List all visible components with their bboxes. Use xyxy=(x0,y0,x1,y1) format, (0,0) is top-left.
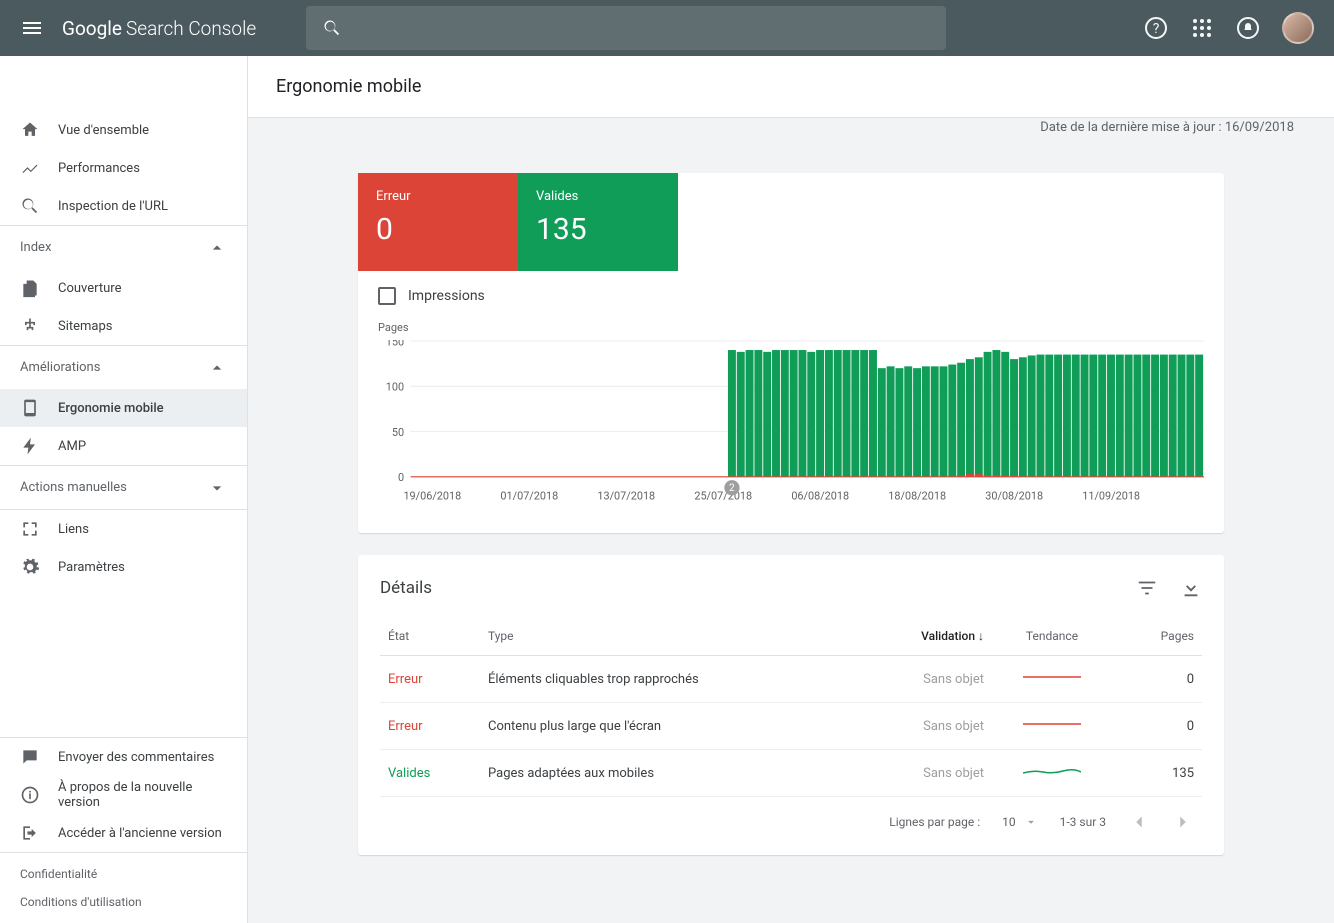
sidebar-item-liens[interactable]: Liens xyxy=(0,510,247,548)
chevron-up-icon xyxy=(207,358,227,378)
table-row[interactable]: ErreurContenu plus large que l'écranSans… xyxy=(380,703,1202,750)
dropdown-icon xyxy=(1024,815,1038,829)
app-header: Google Search Console ? xyxy=(0,0,1334,56)
menu-icon[interactable] xyxy=(20,16,44,40)
main-content: Ergonomie mobile Date de la dernière mis… xyxy=(248,56,1334,923)
sidebar-item-ergonomie-mobile[interactable]: Ergonomie mobile xyxy=(0,389,247,427)
details-card: Détails État Type Validation ↓ Tendance … xyxy=(358,555,1224,855)
sidebar-item-acc-der-l-ancienne-version[interactable]: Accéder à l'ancienne version xyxy=(0,814,247,852)
page-title: Ergonomie mobile xyxy=(276,76,1306,97)
sidebar-item-sitemaps[interactable]: Sitemaps xyxy=(0,307,247,345)
svg-text:?: ? xyxy=(1153,21,1160,37)
search-icon xyxy=(20,196,40,216)
impressions-label: Impressions xyxy=(408,288,485,304)
sitemap-icon xyxy=(20,316,40,336)
chart-card: Erreur 0 Valides 135 Impressions Pages 0… xyxy=(358,173,1224,533)
chevron-down-icon xyxy=(207,478,227,498)
search-input[interactable] xyxy=(306,6,946,50)
sort-desc-icon: ↓ xyxy=(978,629,984,643)
filter-icon[interactable] xyxy=(1136,577,1158,599)
impressions-checkbox[interactable] xyxy=(378,287,396,305)
svg-text:50: 50 xyxy=(392,426,404,439)
comment-icon xyxy=(20,747,40,767)
rows-per-page-select[interactable]: 10 xyxy=(1002,815,1038,829)
sidebar-item-performances[interactable]: Performances xyxy=(0,149,247,187)
footer-privacy[interactable]: Confidentialité xyxy=(20,867,97,881)
svg-text:25/07/2018: 25/07/2018 xyxy=(694,490,752,503)
svg-text:06/08/2018: 06/08/2018 xyxy=(791,490,849,503)
svg-text:13/07/2018: 13/07/2018 xyxy=(597,490,655,503)
sidebar-item-amp[interactable]: AMP xyxy=(0,427,247,465)
avatar[interactable] xyxy=(1282,12,1314,44)
table-pager: Lignes par page : 10 1-3 sur 3 xyxy=(380,797,1202,847)
help-icon[interactable]: ? xyxy=(1144,16,1168,40)
table-row[interactable]: ValidesPages adaptées aux mobilesSans ob… xyxy=(380,750,1202,797)
details-table: État Type Validation ↓ Tendance Pages Er… xyxy=(380,617,1202,797)
search-icon xyxy=(322,18,342,38)
home-icon xyxy=(20,120,40,140)
last-update: Date de la dernière mise à jour : 16/09/… xyxy=(248,120,1294,135)
svg-text:30/08/2018: 30/08/2018 xyxy=(985,490,1043,503)
links-icon xyxy=(20,519,40,539)
svg-text:01/07/2018: 01/07/2018 xyxy=(500,490,558,503)
mobile-icon xyxy=(20,398,40,418)
sidebar-item--propos-de-la-nouvelle-version[interactable]: À propos de la nouvelle version xyxy=(0,776,247,814)
sidebar-item-inspection-de-l-url[interactable]: Inspection de l'URL xyxy=(0,187,247,225)
svg-text:18/08/2018: 18/08/2018 xyxy=(888,490,946,503)
sidebar-item-couverture[interactable]: Couverture xyxy=(0,269,247,307)
apps-icon[interactable] xyxy=(1190,16,1214,40)
sidebar: Vue d'ensemblePerformancesInspection de … xyxy=(0,56,248,923)
status-tab-valid[interactable]: Valides 135 xyxy=(518,173,678,271)
trend-icon xyxy=(20,158,40,178)
bolt-icon xyxy=(20,436,40,456)
sidebar-item-param-tres[interactable]: Paramètres xyxy=(0,548,247,586)
prev-page-icon[interactable] xyxy=(1128,811,1150,833)
gear-icon xyxy=(20,557,40,577)
exit-icon xyxy=(20,823,40,843)
col-tendance[interactable]: Tendance xyxy=(992,617,1112,656)
table-row[interactable]: ErreurÉléments cliquables trop rapproché… xyxy=(380,656,1202,703)
y-axis-label: Pages xyxy=(378,321,1204,334)
pages-chart: 0 50 100 150 19/06/2018 01/07/2018 13/07/2018 2… xyxy=(378,340,1204,505)
col-pages[interactable]: Pages xyxy=(1112,617,1202,656)
chevron-up-icon xyxy=(207,238,227,258)
next-page-icon[interactable] xyxy=(1172,811,1194,833)
download-icon[interactable] xyxy=(1180,577,1202,599)
info-icon xyxy=(20,785,40,805)
footer-links: Confidentialité Conditions d'utilisation xyxy=(0,852,247,923)
pager-range: 1-3 sur 3 xyxy=(1060,815,1106,829)
section-actions-manuelles[interactable]: Actions manuelles xyxy=(0,465,247,509)
svg-text:2: 2 xyxy=(729,483,735,494)
status-tab-error[interactable]: Erreur 0 xyxy=(358,173,518,271)
section-ameliorations[interactable]: Améliorations xyxy=(0,345,247,389)
footer-terms[interactable]: Conditions d'utilisation xyxy=(20,895,142,909)
section-index[interactable]: Index xyxy=(0,225,247,269)
page-header: Ergonomie mobile xyxy=(248,56,1334,118)
svg-text:0: 0 xyxy=(398,471,404,484)
sidebar-item-envoyer-des-commentaires[interactable]: Envoyer des commentaires xyxy=(0,738,247,776)
svg-text:19/06/2018: 19/06/2018 xyxy=(403,490,461,503)
notifications-icon[interactable] xyxy=(1236,16,1260,40)
svg-text:100: 100 xyxy=(386,381,404,394)
col-type[interactable]: Type xyxy=(480,617,860,656)
svg-text:150: 150 xyxy=(386,340,404,348)
docs-icon xyxy=(20,278,40,298)
details-title: Détails xyxy=(380,578,432,598)
sidebar-item-vue-d-ensemble[interactable]: Vue d'ensemble xyxy=(0,111,247,149)
logo: Google Search Console xyxy=(62,17,256,40)
svg-text:11/09/2018: 11/09/2018 xyxy=(1082,490,1140,503)
col-etat[interactable]: État xyxy=(380,617,480,656)
col-validation[interactable]: Validation ↓ xyxy=(860,617,992,656)
